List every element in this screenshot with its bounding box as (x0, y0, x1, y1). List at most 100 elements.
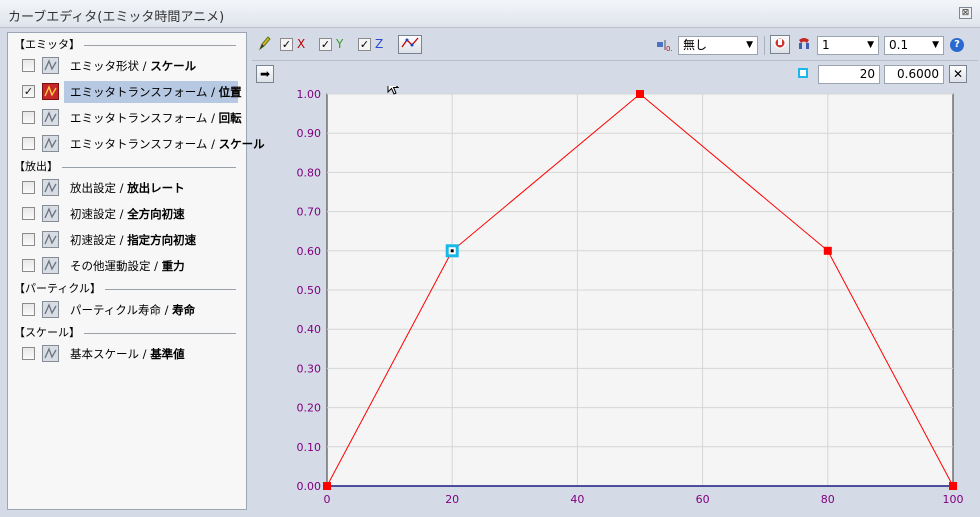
snap-select-value: 無し (683, 38, 708, 52)
y-tick-label: 0.20 (297, 402, 322, 415)
curve-item-property: 指定方向初速 (127, 233, 197, 247)
curve-list-item[interactable]: エミッタトランスフォーム / スケール (20, 133, 265, 155)
curve-chart[interactable]: 0.00 0.10 0.20 0.30 0.40 0.50 0.60 0.70 0.80 0.90… (252, 76, 978, 510)
close-window-button[interactable]: ⊠ (959, 7, 972, 19)
curve-item-category: エミッタトランスフォーム (70, 137, 208, 151)
curve-item-label: エミッタトランスフォーム / 位置 (64, 81, 242, 103)
curve-enable-checkbox[interactable] (22, 181, 35, 194)
toolbar: ✓ X ✓ Y ✓ Z 0. 無し ▼ 1 ▼ 0.1 ▼ ? (252, 32, 978, 58)
selected-keyframe-center (450, 249, 454, 253)
section-title: 【エミッタ】 (14, 38, 80, 51)
magnet-icon (796, 37, 812, 56)
curve-enable-checkbox[interactable] (22, 303, 35, 316)
title-bar: カーブエディタ(エミッタ時間アニメ) ⊠ (0, 0, 980, 28)
keyframe-point[interactable] (323, 482, 331, 490)
section-header: 【放出】 (14, 159, 236, 175)
curve-list-item[interactable]: エミッタトランスフォーム / 回転 (20, 107, 242, 129)
z-axis-checkbox[interactable]: ✓ (358, 38, 371, 51)
curve-item-property: 位置 (218, 85, 242, 99)
curve-icon (42, 135, 59, 152)
curve-item-category: エミッタ形状 (70, 59, 139, 73)
curve-fit-button[interactable] (398, 35, 422, 54)
keyframe-point[interactable] (636, 90, 644, 98)
curve-item-label: エミッタトランスフォーム / 回転 (70, 111, 242, 125)
curve-item-label: 初速設定 / 全方向初速 (70, 207, 185, 221)
section-divider (84, 332, 236, 334)
x-tick-label: 80 (821, 493, 835, 506)
y-axis-checkbox[interactable]: ✓ (319, 38, 332, 51)
curve-list-item[interactable]: 放出設定 / 放出レート (20, 177, 238, 199)
keyframe-point[interactable] (823, 246, 832, 255)
value-step-select-value: 0.1 (889, 38, 909, 52)
curve-enable-checkbox[interactable] (22, 259, 35, 272)
curve-enable-checkbox[interactable] (22, 59, 35, 72)
key-frame-field[interactable]: 20 (818, 65, 880, 84)
y-tick-label: 0.40 (297, 323, 322, 336)
step-select-value: 1 (822, 38, 830, 52)
curve-icon (42, 257, 59, 274)
curve-item-category: エミッタトランスフォーム (70, 85, 208, 99)
curve-enable-checkbox[interactable] (22, 233, 35, 246)
curve-list-item[interactable]: パーティクル寿命 / 寿命 (20, 299, 238, 321)
curve-list-item[interactable]: 初速設定 / 指定方向初速 (20, 229, 238, 251)
curve-item-category: 放出設定 (70, 181, 116, 195)
help-icon[interactable]: ? (950, 38, 964, 52)
curve-enable-checkbox[interactable] (22, 347, 35, 360)
pencil-icon[interactable] (258, 35, 272, 54)
curve-icon (42, 83, 59, 100)
y-tick-label: 0.90 (297, 127, 322, 140)
curve-item-label: エミッタトランスフォーム / スケール (70, 137, 265, 151)
toolbar-separator (764, 36, 765, 55)
curve-icon (42, 109, 59, 126)
curve-icon (42, 179, 59, 196)
curve-icon (42, 345, 59, 362)
snap-select[interactable]: 無し ▼ (678, 36, 758, 55)
keyframe-point[interactable] (949, 482, 957, 490)
section-title: 【スケール】 (14, 326, 80, 339)
selected-key-icon (798, 68, 808, 78)
curve-item-property: 基準値 (150, 347, 185, 361)
curve-list-item[interactable]: 初速設定 / 全方向初速 (20, 203, 238, 225)
curve-item-label: パーティクル寿命 / 寿命 (70, 303, 196, 317)
x-tick-label: 40 (570, 493, 584, 506)
curve-enable-checkbox[interactable] (22, 137, 35, 150)
chevron-down-icon: ▼ (746, 40, 753, 50)
curve-item-property: 全方向初速 (127, 207, 185, 221)
curve-list-item[interactable]: 基本スケール / 基準値 (20, 343, 238, 365)
curve-icon (42, 57, 59, 74)
magnet-snap-button[interactable] (770, 35, 790, 54)
curve-chart-svg[interactable]: 0.00 0.10 0.20 0.30 0.40 0.50 0.60 0.70 0.80 0.90… (252, 76, 978, 510)
x-tick-label: 60 (696, 493, 710, 506)
section-header: 【エミッタ】 (14, 37, 236, 53)
delete-key-button[interactable]: ✕ (949, 65, 967, 83)
curve-enable-checkbox[interactable] (22, 111, 35, 124)
section-divider (84, 44, 236, 46)
y-tick-label: 0.80 (297, 166, 322, 179)
section-divider (62, 166, 236, 168)
curve-item-label: 基本スケール / 基準値 (70, 347, 185, 361)
step-select[interactable]: 1 ▼ (817, 36, 879, 55)
y-tick-label: 0.70 (297, 206, 322, 219)
y-tick-label: 0.10 (297, 441, 322, 454)
value-step-select[interactable]: 0.1 ▼ (884, 36, 944, 55)
apply-value-button[interactable]: ➡ (256, 65, 274, 83)
chevron-down-icon: ▼ (932, 40, 939, 50)
curve-enable-checkbox[interactable] (22, 207, 35, 220)
section-header: 【パーティクル】 (14, 281, 236, 297)
curve-item-property: 重力 (161, 259, 185, 273)
curve-item-property: スケール (150, 59, 197, 73)
section-divider (105, 288, 236, 290)
curve-list-item[interactable]: その他運動設定 / 重力 (20, 255, 238, 277)
curve-item-property: 寿命 (172, 303, 196, 317)
curve-list-item[interactable]: ✓ エミッタトランスフォーム / 位置 (20, 81, 242, 103)
x-axis-checkbox[interactable]: ✓ (280, 38, 293, 51)
key-value-field[interactable]: 0.6000 (884, 65, 944, 84)
curve-item-category: エミッタトランスフォーム (70, 111, 208, 125)
curve-item-label: エミッタ形状 / スケール (70, 59, 197, 73)
curve-enable-checkbox[interactable]: ✓ (22, 85, 35, 98)
toolbar-divider (252, 60, 978, 61)
x-axis-label: X (297, 37, 306, 51)
curve-list-item[interactable]: エミッタ形状 / スケール (20, 55, 238, 77)
curve-item-category: 基本スケール (70, 347, 139, 361)
curve-item-label: その他運動設定 / 重力 (70, 259, 185, 273)
